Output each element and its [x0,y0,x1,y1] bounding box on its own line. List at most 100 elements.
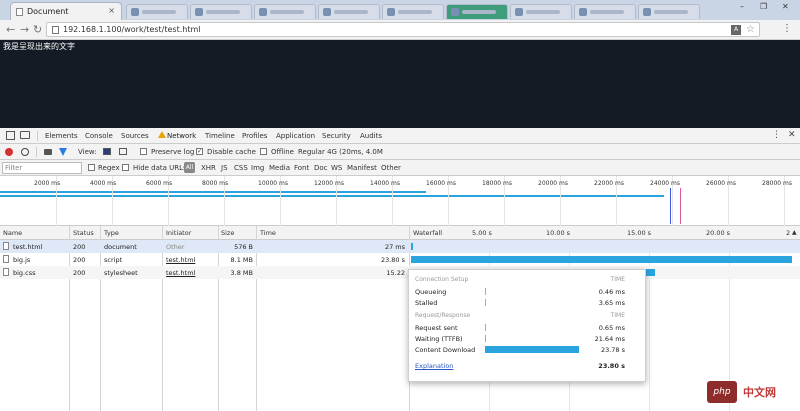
watermark-cn: 中文网 [743,386,776,399]
dom-content-loaded-marker [670,188,671,224]
throttling-select[interactable]: Regular 4G (20ms, 4.0M [298,148,383,156]
tab-console[interactable]: Console [85,132,113,140]
table-row[interactable]: test.html 200 document Other 576 B 27 ms [0,240,800,253]
browser-tab[interactable] [574,4,636,19]
browser-tab[interactable] [126,4,188,19]
inspect-element-icon[interactable] [6,131,15,140]
column-time[interactable]: Time [260,229,276,237]
timing-value: 23.78 s [600,346,625,354]
back-arrow-icon[interactable]: ← [6,23,15,36]
tab-sources[interactable]: Sources [121,132,149,140]
tab-timeline[interactable]: Timeline [205,132,235,140]
browser-tab[interactable] [382,4,444,19]
browser-menu-icon[interactable]: ⋮ [782,23,792,34]
favicon-icon [131,8,139,16]
browser-tab[interactable] [446,4,508,19]
hide-data-urls-checkbox[interactable] [122,164,129,171]
filter-bar: Filter Regex Hide data URLs All XHR JS C… [0,160,800,176]
large-rows-icon[interactable] [103,148,111,155]
waterfall-tick: 20.00 s [706,229,731,237]
address-bar[interactable]: 192.168.1.100/work/test/test.html A ☆ [46,22,760,37]
browser-tab[interactable] [254,4,316,19]
regex-checkbox[interactable] [88,164,95,171]
filter-icon[interactable] [59,148,67,156]
timing-popover: Connection Setup TIME Queueing 0.46 ms S… [408,269,646,382]
clear-icon[interactable] [21,148,29,156]
request-initiator[interactable]: test.html [166,269,195,277]
request-initiator[interactable]: test.html [166,256,195,264]
overview-tick: 6000 ms [146,180,173,187]
url-text[interactable]: 192.168.1.100/work/test/test.html [63,25,200,34]
filter-img[interactable]: Img [251,164,264,172]
browser-tab[interactable] [318,4,380,19]
tab-elements[interactable]: Elements [45,132,78,140]
tab-application[interactable]: Application [276,132,315,140]
section-connection-setup: Connection Setup [415,276,469,283]
window-close-button[interactable]: ✕ [782,2,789,11]
filter-input[interactable]: Filter [2,162,82,174]
network-overview[interactable]: 2000 ms 4000 ms 6000 ms 8000 ms 10000 ms 1200… [0,176,800,226]
browser-tab[interactable] [190,4,252,19]
browser-tab[interactable] [510,4,572,19]
request-name[interactable]: big.js [13,256,30,264]
offline-checkbox[interactable] [260,148,267,155]
translate-icon[interactable]: A [731,25,741,35]
filter-js[interactable]: JS [221,164,228,172]
maximize-button[interactable]: ❐ [760,2,767,11]
browser-tab[interactable] [638,4,700,19]
reload-icon[interactable]: ↻ [33,23,42,36]
filter-xhr[interactable]: XHR [201,164,216,172]
bookmark-star-icon[interactable]: ☆ [746,24,755,35]
disable-cache-label: Disable cache [207,148,256,156]
page-icon [16,8,23,16]
filter-manifest[interactable]: Manifest [347,164,377,172]
capture-screenshots-icon[interactable] [44,149,52,155]
close-icon[interactable]: × [108,6,115,15]
overview-icon[interactable] [119,148,127,155]
explanation-link[interactable]: Explanation [415,362,453,370]
page-info-icon[interactable] [52,26,59,34]
tab-title: Document [27,7,69,16]
tab-profiles[interactable]: Profiles [242,132,267,140]
column-initiator[interactable]: Initiator [166,229,191,237]
filter-ws[interactable]: WS [331,164,342,172]
devtools-close-icon[interactable]: ✕ [788,130,796,140]
request-name[interactable]: test.html [13,243,42,251]
device-toolbar-icon[interactable] [20,131,30,139]
column-waterfall[interactable]: Waterfall [413,229,442,237]
minimize-button[interactable]: – [740,2,744,11]
filter-all[interactable]: All [184,162,195,173]
favicon-icon [579,8,587,16]
filter-css[interactable]: CSS [234,164,248,172]
browser-tab-document[interactable]: Document × [10,2,122,20]
request-type: document [104,243,137,251]
tab-security[interactable]: Security [322,132,351,140]
column-name[interactable]: Name [3,229,22,237]
request-name[interactable]: big.css [13,269,35,277]
filter-doc[interactable]: Doc [314,164,328,172]
table-row[interactable]: big.css 200 stylesheet test.html 3.8 MB … [0,266,800,279]
table-row[interactable]: big.js 200 script test.html 8.1 MB 23.80… [0,253,800,266]
forward-arrow-icon[interactable]: → [20,23,29,36]
sort-icon[interactable]: ▲ [792,229,797,236]
disable-cache-checkbox[interactable]: ✓ [196,148,203,155]
waterfall-bar[interactable] [411,243,413,250]
devtools-tab-bar: Elements Console Sources Network Timelin… [0,128,800,144]
waterfall-bar[interactable] [411,256,793,263]
regex-label: Regex [98,164,120,172]
tab-network[interactable]: Network [167,132,196,140]
tab-audits[interactable]: Audits [360,132,382,140]
filter-font[interactable]: Font [294,164,309,172]
filter-other[interactable]: Other [381,164,401,172]
record-icon[interactable] [5,148,13,156]
column-status[interactable]: Status [73,229,94,237]
section-request-response: Request/Response [415,312,471,319]
request-type: stylesheet [104,269,138,277]
column-size[interactable]: Size [221,229,234,237]
devtools-menu-icon[interactable]: ⋮ [772,130,781,140]
filter-media[interactable]: Media [269,164,290,172]
preserve-log-checkbox[interactable] [140,148,147,155]
column-type[interactable]: Type [104,229,119,237]
favicon-icon [387,8,395,16]
load-marker [680,188,681,224]
